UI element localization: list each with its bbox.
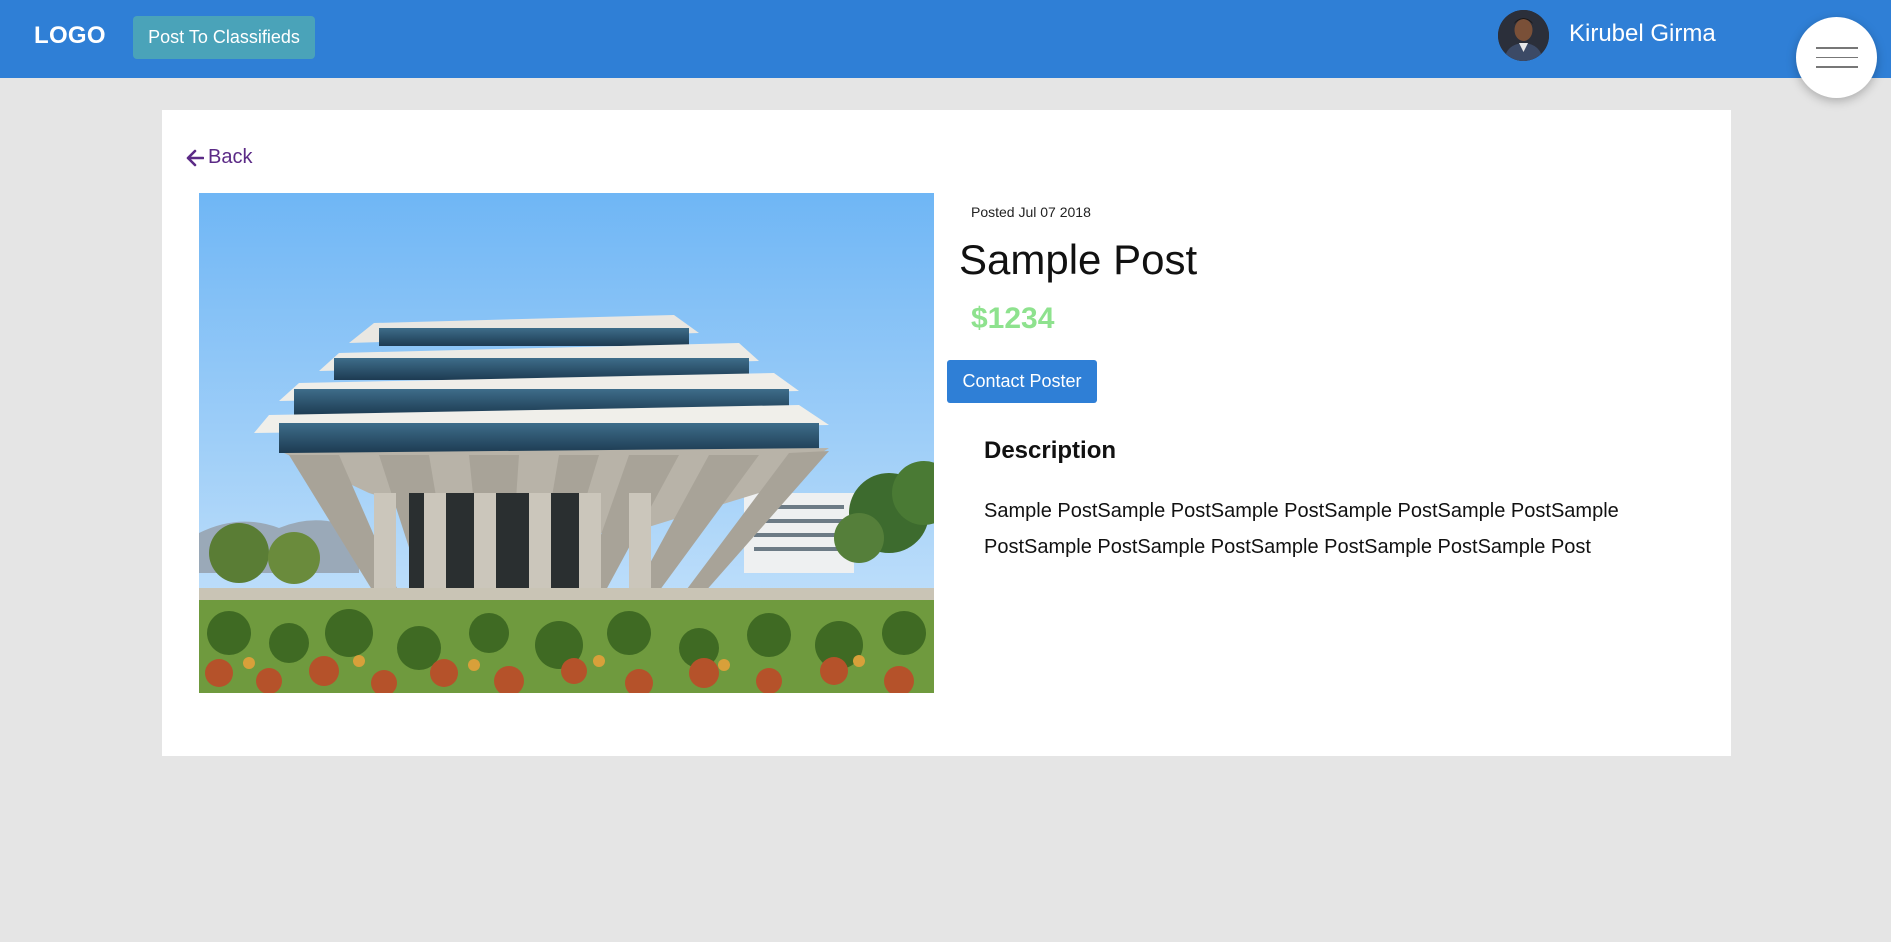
user-name[interactable]: Kirubel Girma	[1569, 20, 1716, 48]
logo[interactable]: LOGO	[34, 22, 106, 50]
description-heading: Description	[984, 437, 1117, 464]
top-navbar: LOGO Post To Classifieds Kirubel Girma	[0, 0, 1891, 78]
post-title: Sample Post	[959, 236, 1198, 283]
back-label: Back	[208, 146, 253, 168]
description-text: Sample PostSample PostSample PostSample …	[984, 500, 1619, 558]
contact-poster-button[interactable]: Contact Poster	[947, 360, 1097, 403]
post-to-classifieds-button[interactable]: Post To Classifieds	[133, 16, 315, 59]
hamburger-menu-icon[interactable]	[1796, 17, 1877, 98]
post-detail-card: Back Posted Jul 07 2018 Sample Post $123…	[162, 110, 1731, 756]
menu-line	[1815, 47, 1858, 49]
user-avatar[interactable]	[1498, 10, 1549, 61]
menu-line	[1815, 66, 1858, 68]
post-price: $1234	[971, 302, 1055, 335]
post-image	[199, 193, 934, 693]
back-link[interactable]: Back	[186, 146, 252, 169]
menu-line	[1815, 56, 1858, 59]
posted-date: Posted Jul 07 2018	[971, 204, 1091, 220]
arrow-left-icon	[186, 149, 204, 166]
